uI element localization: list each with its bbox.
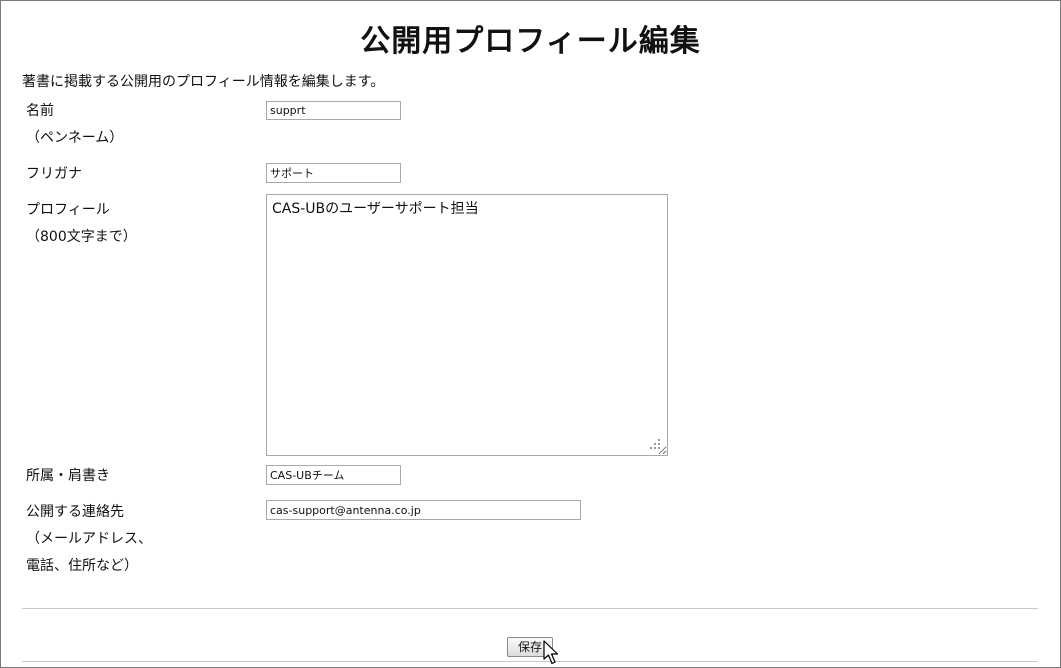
affiliation-input[interactable]: [266, 465, 401, 485]
affiliation-label-main: 所属・肩書き: [26, 468, 110, 484]
save-button[interactable]: 保存: [507, 637, 553, 657]
profile-label: プロフィール （800文字まで）: [26, 197, 137, 251]
profile-label-note: （800文字まで）: [26, 229, 137, 245]
furigana-label-main: フリガナ: [26, 166, 82, 182]
furigana-input[interactable]: [266, 163, 401, 183]
page-description: 著書に掲載する公開用のプロフィール情報を編集します。: [22, 74, 385, 90]
profile-textarea[interactable]: CAS-UBのユーザーサポート担当: [266, 194, 668, 456]
contact-label-main: 公開する連絡先: [26, 504, 124, 520]
name-label-main: 名前: [26, 103, 54, 119]
footer-divider: [22, 661, 1038, 662]
contact-input[interactable]: [266, 500, 581, 520]
furigana-label: フリガナ: [26, 161, 82, 188]
form-divider: [22, 608, 1038, 609]
contact-label-note-1: （メールアドレス、: [26, 531, 152, 547]
contact-label: 公開する連絡先 （メールアドレス、 電話、住所など）: [26, 499, 152, 580]
affiliation-label: 所属・肩書き: [26, 463, 110, 490]
contact-label-note-2: 電話、住所など）: [26, 558, 138, 574]
name-label-note: （ペンネーム）: [26, 130, 124, 146]
name-label: 名前 （ペンネーム）: [26, 98, 123, 152]
name-input[interactable]: [266, 101, 401, 120]
page-title: 公開用プロフィール編集: [360, 24, 701, 59]
profile-label-main: プロフィール: [26, 202, 110, 218]
